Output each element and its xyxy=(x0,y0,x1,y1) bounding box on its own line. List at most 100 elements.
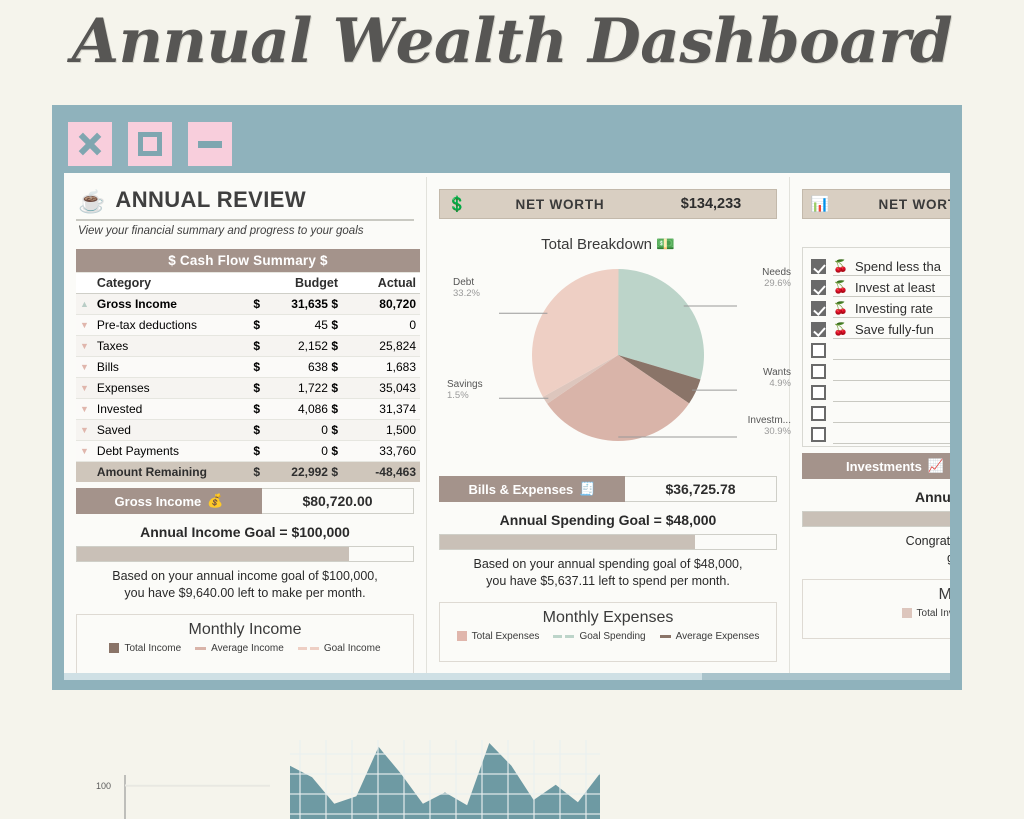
spending-progress-bar xyxy=(439,534,777,550)
checkbox[interactable] xyxy=(811,259,826,274)
table-row[interactable]: ▼ Invested $4,086 $31,374 xyxy=(76,398,420,420)
maximize-button[interactable] xyxy=(128,122,172,166)
gross-income-label: Gross Income 💰 xyxy=(76,488,262,514)
income-progress-fill xyxy=(77,547,350,561)
checkbox[interactable] xyxy=(811,301,826,316)
list-item[interactable] xyxy=(811,361,950,382)
monthly-investment-title: Monthly I xyxy=(803,580,950,604)
bills-expenses-pill[interactable]: Bills & Expenses 🧾 $36,725.78 xyxy=(439,476,777,502)
row-category: Pre-tax deductions xyxy=(92,314,250,336)
checkbox[interactable] xyxy=(811,364,826,379)
annual-investment-goal: Annual Investme xyxy=(914,489,950,505)
close-button[interactable] xyxy=(68,122,112,166)
row-actual: 35,043 xyxy=(342,377,420,399)
table-row[interactable]: ▼ Taxes $2,152 $25,824 xyxy=(76,335,420,357)
breakdown-pie-chart[interactable]: Debt 33.2% Savings 1.5% Needs 29.6% Want… xyxy=(437,255,799,470)
checklist-label: Save fully-fun xyxy=(854,321,934,337)
horizontal-scrollbar[interactable] xyxy=(64,673,950,680)
table-row[interactable]: ▼ Saved $0 $1,500 xyxy=(76,419,420,441)
spending-note-line1: Based on your annual spending goal of $4… xyxy=(473,557,743,571)
trend-icon: ▼ xyxy=(76,419,93,441)
row-category: Saved xyxy=(92,419,250,441)
goals-checklist: 🍒 Spend less tha 🍒 Invest at least 🍒 Investin… xyxy=(802,247,950,447)
svg-text:100: 100 xyxy=(96,781,111,791)
pie-label-debt-pct: 33.2% xyxy=(453,287,480,299)
list-item[interactable]: 🍒 Invest at least xyxy=(811,277,950,298)
list-item[interactable] xyxy=(811,382,950,403)
row-budget: 638 $ xyxy=(264,356,342,378)
table-row[interactable]: ▼ Bills $638 $1,683 xyxy=(76,356,420,378)
row-currency: $ xyxy=(249,335,264,357)
close-icon xyxy=(77,131,103,157)
row-budget: 4,086 $ xyxy=(264,398,342,420)
total-actual: -48,463 xyxy=(342,461,420,482)
row-category: Bills xyxy=(92,356,250,378)
list-item[interactable]: 🍒 Spend less tha xyxy=(811,256,950,277)
minimize-button[interactable] xyxy=(188,122,232,166)
checkbox[interactable] xyxy=(811,406,826,421)
legend-item: Total Expenses xyxy=(456,630,540,642)
legend-swatch xyxy=(659,634,671,638)
checkbox[interactable] xyxy=(811,427,826,442)
checkbox[interactable] xyxy=(811,385,826,400)
income-note-line1: Based on your annual income goal of $100… xyxy=(112,569,378,583)
cherry-icon: 🍒 xyxy=(833,322,848,336)
row-budget: 2,152 $ xyxy=(264,335,342,357)
scrollbar-thumb[interactable] xyxy=(64,673,702,680)
monthly-expenses-chart-card[interactable]: Monthly Expenses Total Expenses Goal Spen… xyxy=(439,601,777,662)
row-actual: 1,500 xyxy=(342,419,420,441)
legend-item: Average Expenses xyxy=(659,631,759,642)
maximize-icon xyxy=(138,132,162,156)
breakdown-title-text: Total Breakdown xyxy=(541,236,653,253)
legend-label: Total Expenses xyxy=(471,630,540,642)
investment-goal-note: Congrats! You have rea goal of $ xyxy=(800,533,950,567)
list-item[interactable]: 🍒 Save fully-fun xyxy=(811,319,950,340)
list-item[interactable] xyxy=(811,403,950,424)
bills-expenses-text: Bills & Expenses xyxy=(468,481,574,497)
row-category: Taxes xyxy=(92,335,250,357)
row-category: Expenses xyxy=(92,377,250,399)
legend-item: Goal Spending xyxy=(553,631,646,642)
column-net-worth: 💲 NET WORTH $134,233 Total Breakdown 💵 D… xyxy=(427,173,791,673)
table-row[interactable]: ▼ Pre-tax deductions $45 $0 xyxy=(76,314,420,336)
pie-label-wants-pct: 4.9% xyxy=(769,377,791,389)
monthly-income-chart-card[interactable]: Monthly Income Total Income Average Incom… xyxy=(76,613,414,673)
window-titlebar xyxy=(52,105,962,173)
net-worth-right-label: NET WORTH xyxy=(878,196,950,212)
list-item[interactable] xyxy=(811,424,950,445)
table-row[interactable]: ▲ Gross Income $31,635 $80,720 xyxy=(76,293,420,315)
table-total-row: Amount Remaining $22,992 $ -48,463 xyxy=(76,461,420,482)
dashboard-page: Annual Wealth Dashboard ☕ ANNUAL REVIEW xyxy=(0,0,1024,819)
cherry-icon: 🍒 xyxy=(833,280,848,294)
bills-expenses-label: Bills & Expenses 🧾 xyxy=(439,476,625,502)
monthly-investment-chart-card[interactable]: Monthly I Total InvestmentGoal xyxy=(802,578,950,639)
trend-icon: ▲ xyxy=(76,293,93,315)
legend-label: Total Investment xyxy=(916,607,950,619)
gross-income-pill[interactable]: Gross Income 💰 $80,720.00 xyxy=(76,488,414,514)
row-category: Invested xyxy=(92,398,250,420)
checkbox[interactable] xyxy=(811,322,826,337)
pie-label-savings-pct: 1.5% xyxy=(447,389,469,401)
app-window: ☕ ANNUAL REVIEW View your financial summ… xyxy=(52,105,962,690)
list-item[interactable]: 🍒 Investing rate xyxy=(811,298,950,319)
trend-icon: ▼ xyxy=(76,440,93,462)
investments-pill[interactable]: Investments 📈 xyxy=(802,453,950,479)
checkbox[interactable] xyxy=(811,280,826,295)
table-row[interactable]: ▼ Debt Payments $0 $33,760 xyxy=(76,440,420,462)
net-worth-pill[interactable]: 💲 NET WORTH $134,233 xyxy=(439,189,777,219)
row-category: Gross Income xyxy=(92,293,250,315)
cash-flow-table: $ Cash Flow Summary $ Category Budget Actua… xyxy=(76,249,420,482)
net-worth-right-pill[interactable]: 📊 NET WORTH xyxy=(802,189,950,219)
total-label: Amount Remaining xyxy=(92,461,250,482)
bar-chart-icon: 📊 xyxy=(810,196,830,213)
investments-text: Investments xyxy=(845,458,922,474)
checklist-label: Investing rate xyxy=(854,300,933,316)
list-item[interactable] xyxy=(811,340,950,361)
column-goals-checklist: 📊 NET WORTH 🍒 Spend less tha 🍒 Invest at le… xyxy=(790,173,950,673)
pie-label-investments-pct: 30.9% xyxy=(764,425,791,437)
checklist-label: Spend less tha xyxy=(854,258,941,274)
gross-income-text: Gross Income xyxy=(114,493,202,509)
table-row[interactable]: ▼ Expenses $1,722 $35,043 xyxy=(76,377,420,399)
checkbox[interactable] xyxy=(811,343,826,358)
row-currency: $ xyxy=(249,440,264,462)
